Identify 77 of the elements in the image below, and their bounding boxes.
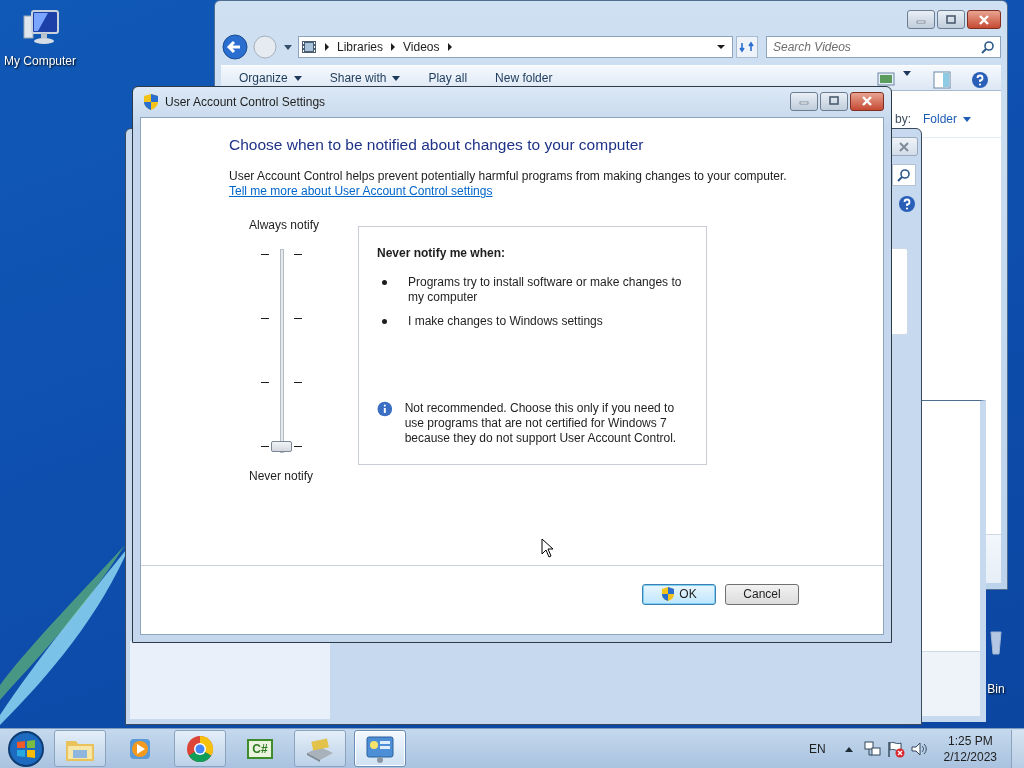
desktop-icon-label[interactable]: My Computer xyxy=(4,54,76,68)
close-button[interactable] xyxy=(890,137,918,156)
flag-icon[interactable] xyxy=(885,739,906,758)
help-link[interactable]: Tell me more about User Account Control settings xyxy=(229,184,493,198)
network-icon[interactable] xyxy=(863,739,882,758)
close-icon xyxy=(978,14,990,25)
toolbar-button[interactable]: New folder xyxy=(495,71,553,85)
bullet-icon xyxy=(382,319,387,324)
breadcrumb-arrow-icon xyxy=(446,43,453,51)
dropdown-caret-icon[interactable] xyxy=(716,44,726,50)
language-indicator[interactable]: EN xyxy=(808,741,826,756)
toolbar-button[interactable]: Organize xyxy=(239,71,302,85)
help-icon[interactable] xyxy=(898,195,916,213)
close-icon xyxy=(861,96,873,106)
bullet-icon xyxy=(382,280,387,285)
breadcrumb-item[interactable]: Videos xyxy=(403,40,440,54)
toolbar-button[interactable]: Play all xyxy=(428,71,468,85)
close-icon xyxy=(898,141,910,152)
control-panel-icon xyxy=(365,734,395,763)
info-icon xyxy=(377,401,393,417)
slider-label: Never notify xyxy=(249,469,315,483)
tick-mark xyxy=(294,446,302,447)
view-icon[interactable] xyxy=(877,71,895,87)
clock[interactable]: 1:25 PM 2/12/2023 xyxy=(943,732,997,765)
taskbar-button[interactable] xyxy=(174,730,226,767)
refresh-button[interactable] xyxy=(736,36,758,58)
tick-mark xyxy=(294,382,302,383)
back-button[interactable] xyxy=(221,33,249,61)
start-button[interactable] xyxy=(6,728,46,768)
search-button[interactable] xyxy=(892,164,916,186)
search-field[interactable]: Search Videos xyxy=(766,36,1001,58)
tick-mark xyxy=(261,254,269,255)
caret-icon xyxy=(963,116,971,122)
toolbar-button[interactable]: Share with xyxy=(329,71,401,85)
tick-mark xyxy=(261,318,269,319)
ok-button[interactable]: OK xyxy=(642,583,716,605)
view-caret-icon[interactable] xyxy=(903,71,911,76)
help-icon[interactable] xyxy=(971,71,989,89)
maximize-icon xyxy=(829,96,839,106)
browser-icon xyxy=(185,733,215,764)
maximize-button[interactable] xyxy=(937,10,965,29)
close-button[interactable] xyxy=(967,10,1001,29)
slider-thumb[interactable] xyxy=(271,441,292,452)
video-folder-icon xyxy=(301,39,317,55)
bullet-text: I make changes to Windows settings xyxy=(408,314,604,329)
breadcrumb-arrow-icon xyxy=(324,43,330,51)
shield-icon xyxy=(143,93,159,111)
desktop-icon-label[interactable]: Bin xyxy=(987,682,1005,696)
slider-track[interactable] xyxy=(280,249,284,453)
slider-label: Always notify xyxy=(249,218,321,232)
breadcrumb-arrow-icon xyxy=(390,43,397,51)
tick-mark xyxy=(261,382,269,383)
panel-heading: Never notify me when: xyxy=(377,246,507,260)
taskbar-button[interactable]: C# xyxy=(234,730,286,767)
window-title: User Account Control Settings xyxy=(165,95,326,109)
description-text: User Account Control helps prevent potentially harmful programs from making changes to your computer. xyxy=(229,169,788,183)
close-button[interactable] xyxy=(850,91,884,111)
cursor-icon xyxy=(541,538,555,558)
bullet-text: Programs try to install software or make changes to my computer xyxy=(408,275,683,305)
dialog-heading: Choose when to be notified about changes to your computer xyxy=(229,136,645,154)
maximize-button[interactable] xyxy=(820,91,848,111)
tick-mark xyxy=(294,318,302,319)
history-caret-icon[interactable] xyxy=(283,43,293,51)
taskbar-button[interactable] xyxy=(354,730,406,767)
breadcrumb-item[interactable]: Libraries xyxy=(337,40,384,54)
minimize-button[interactable] xyxy=(907,10,935,29)
arrange-dropdown[interactable]: Folder xyxy=(923,112,971,126)
cancel-button[interactable]: Cancel xyxy=(725,583,799,605)
tick-mark xyxy=(261,446,269,447)
address-bar[interactable]: Libraries Videos xyxy=(298,36,733,58)
warning-text: Not recommended. Choose this only if you need to use programs that are not certified for Windows 7 because they do not support User Account Control. xyxy=(404,401,678,446)
arrange-label: by: xyxy=(894,112,911,126)
maximize-icon xyxy=(946,14,956,25)
tick-mark xyxy=(294,254,302,255)
search-icon xyxy=(897,168,911,182)
minimize-button[interactable] xyxy=(790,91,818,111)
search-icon[interactable] xyxy=(981,40,995,54)
